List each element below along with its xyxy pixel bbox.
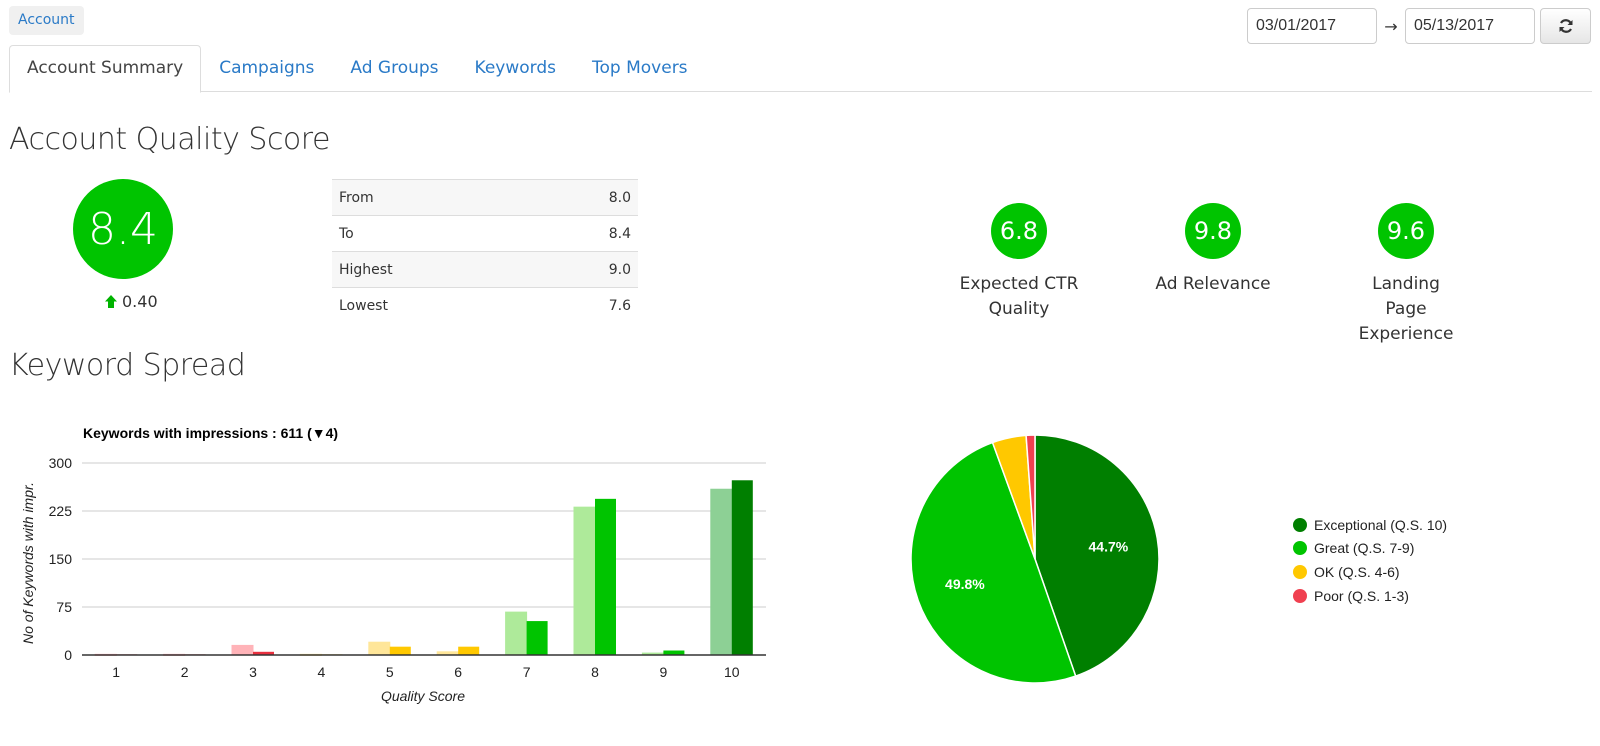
bar-previous bbox=[368, 641, 391, 656]
stat-label: Lowest bbox=[332, 287, 532, 324]
x-axis-label: Quality Score bbox=[381, 688, 465, 704]
x-tick-label: 6 bbox=[454, 664, 462, 680]
y-tick-label: 150 bbox=[49, 551, 73, 567]
legend-label: Poor (Q.S. 1-3) bbox=[1314, 587, 1409, 604]
tab-bar: Account Summary Campaigns Ad Groups Keyw… bbox=[9, 45, 1592, 93]
bar-current bbox=[458, 646, 480, 655]
expected-ctr-score: 6.8 Expected CTR Quality bbox=[929, 203, 1109, 322]
bar-current bbox=[731, 480, 753, 655]
table-row: Lowest 7.6 bbox=[332, 287, 638, 324]
legend-item-poor: Poor (Q.S. 1-3) bbox=[1293, 584, 1447, 608]
end-date-input[interactable] bbox=[1405, 8, 1535, 44]
legend-item-exceptional: Exceptional (Q.S. 10) bbox=[1293, 513, 1447, 537]
score-label: Expected CTR Quality bbox=[959, 274, 1079, 319]
legend-label: Exceptional (Q.S. 10) bbox=[1314, 516, 1448, 533]
arrow-up-icon bbox=[105, 295, 117, 308]
breadcrumb-account[interactable]: Account bbox=[9, 6, 84, 35]
start-date-input[interactable] bbox=[1247, 8, 1377, 44]
bar-previous bbox=[505, 611, 528, 656]
y-tick-label: 225 bbox=[49, 503, 73, 519]
y-tick-label: 0 bbox=[64, 647, 72, 663]
ad-relevance-score: 9.8 Ad Relevance bbox=[1123, 203, 1303, 297]
legend-label: OK (Q.S. 4-6) bbox=[1314, 563, 1400, 580]
x-tick-label: 7 bbox=[523, 664, 531, 680]
x-tick-label: 2 bbox=[181, 664, 189, 680]
score-label: Landing Page Experience bbox=[1358, 274, 1454, 344]
quality-score-delta: 0.40 bbox=[104, 292, 158, 311]
quality-score-badge: 8.4 bbox=[73, 179, 173, 279]
y-axis-label: No of Keywords with impr. bbox=[20, 482, 36, 644]
table-row: To 8.4 bbox=[332, 215, 638, 252]
legend-dot-icon bbox=[1293, 564, 1307, 579]
refresh-icon bbox=[1559, 19, 1572, 33]
x-tick-label: 9 bbox=[660, 664, 668, 680]
legend-label: Great (Q.S. 7-9) bbox=[1314, 540, 1415, 557]
table-row: Highest 9.0 bbox=[332, 251, 638, 288]
score-label: Ad Relevance bbox=[1155, 274, 1271, 294]
tab-top-movers[interactable]: Top Movers bbox=[574, 45, 706, 92]
keyword-spread-heading: Keyword Spread bbox=[9, 348, 246, 383]
tab-keywords[interactable]: Keywords bbox=[457, 45, 574, 92]
x-tick-label: 10 bbox=[724, 664, 740, 680]
landing-page-score: 9.6 Landing Page Experience bbox=[1316, 203, 1496, 347]
stat-label: From bbox=[332, 179, 532, 216]
pie-slice-label: 44.7% bbox=[1089, 539, 1129, 555]
bar-previous bbox=[710, 488, 733, 656]
pie-slice-label: 49.8% bbox=[945, 576, 985, 592]
legend-dot-icon bbox=[1293, 541, 1307, 556]
arrow-right-icon: → bbox=[1384, 16, 1398, 36]
legend-dot-icon bbox=[1293, 588, 1307, 603]
x-tick-label: 1 bbox=[112, 664, 120, 680]
x-tick-label: 3 bbox=[249, 664, 257, 680]
bar-current bbox=[595, 498, 616, 655]
bar-current bbox=[526, 621, 548, 655]
x-tick-label: 8 bbox=[591, 664, 599, 680]
quality-score-stats-table: From 8.0 To 8.4 Highest 9.0 Lowest 7.6 bbox=[332, 179, 638, 324]
account-quality-score-heading: Account Quality Score bbox=[9, 122, 330, 157]
legend-item-great: Great (Q.S. 7-9) bbox=[1293, 537, 1447, 561]
refresh-button[interactable] bbox=[1540, 8, 1591, 44]
x-tick-label: 4 bbox=[318, 664, 326, 680]
tab-ad-groups[interactable]: Ad Groups bbox=[332, 45, 456, 92]
stat-value: 7.6 bbox=[531, 287, 638, 324]
score-badge: 9.6 bbox=[1378, 203, 1434, 259]
stat-label: To bbox=[332, 215, 532, 252]
stat-value: 9.0 bbox=[531, 251, 638, 288]
bar-previous bbox=[231, 644, 254, 656]
y-tick-label: 75 bbox=[56, 599, 72, 615]
score-badge: 9.8 bbox=[1185, 203, 1241, 259]
bar-previous bbox=[573, 506, 596, 656]
legend-item-ok: OK (Q.S. 4-6) bbox=[1293, 560, 1447, 584]
stat-value: 8.0 bbox=[531, 179, 638, 216]
keyword-spread-pie-chart: 44.7% 49.8% bbox=[910, 434, 1160, 684]
date-range-picker: → bbox=[1247, 8, 1591, 44]
pie-legend: Exceptional (Q.S. 10) Great (Q.S. 7-9) O… bbox=[1293, 513, 1447, 607]
y-tick-label: 300 bbox=[49, 455, 73, 471]
tab-account-summary[interactable]: Account Summary bbox=[9, 45, 202, 93]
tab-campaigns[interactable]: Campaigns bbox=[201, 45, 332, 92]
score-badge: 6.8 bbox=[991, 203, 1047, 259]
stat-value: 8.4 bbox=[531, 215, 638, 252]
chart-title: Keywords with impressions : 611 (▼4) bbox=[83, 425, 338, 441]
stat-label: Highest bbox=[332, 251, 532, 288]
table-row: From 8.0 bbox=[332, 179, 638, 216]
legend-dot-icon bbox=[1293, 517, 1307, 532]
keyword-spread-bar-chart: Keywords with impressions : 611 (▼4)0751… bbox=[20, 425, 766, 704]
bar-current bbox=[389, 646, 411, 655]
x-tick-label: 5 bbox=[386, 664, 394, 680]
delta-value: 0.40 bbox=[122, 292, 158, 311]
